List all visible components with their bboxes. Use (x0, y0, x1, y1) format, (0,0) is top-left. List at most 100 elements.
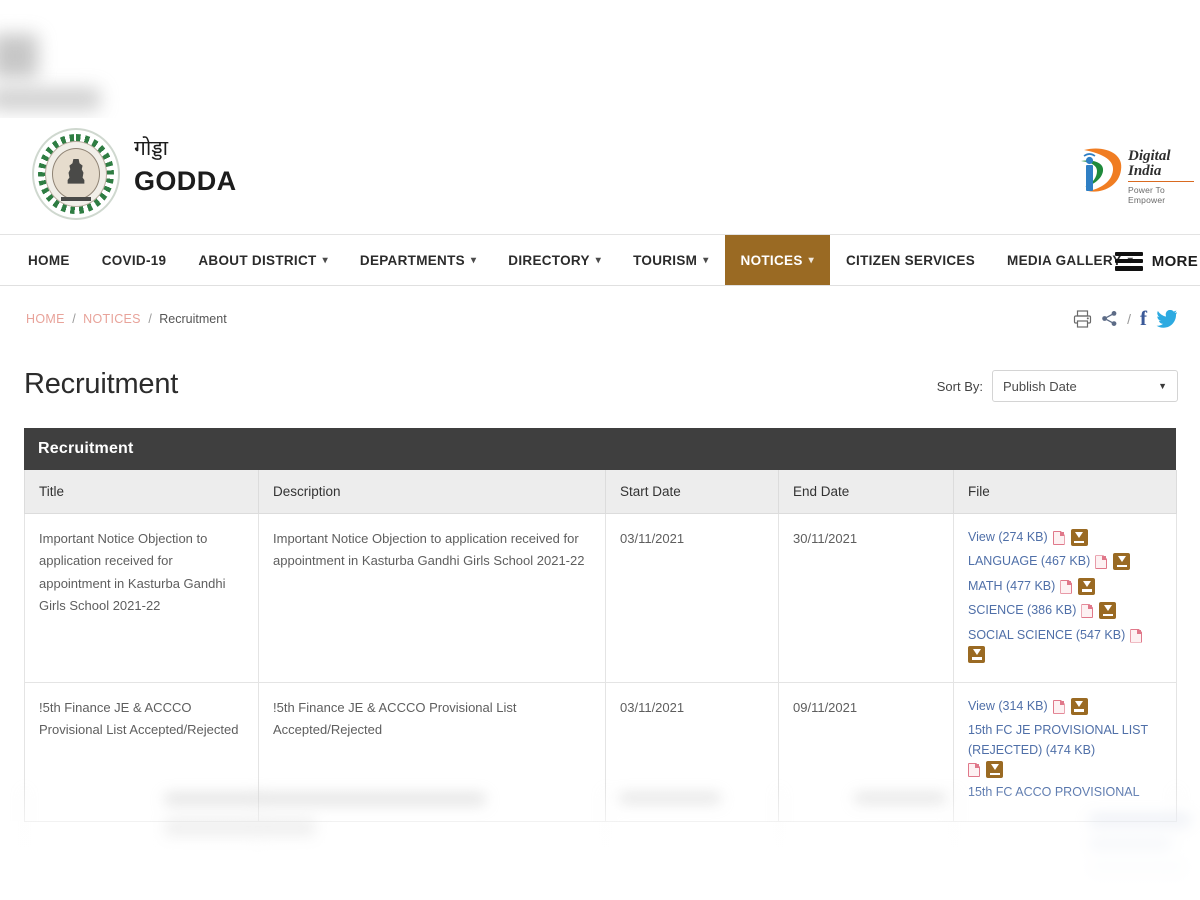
cell-file: View (274 KB) LANGUAGE (467 KB) MATH (47… (953, 513, 1177, 683)
ashoka-base-icon (61, 197, 91, 201)
emblem-icon (28, 126, 124, 222)
digital-india-subtitle: Power To Empower (1128, 185, 1166, 205)
download-icon[interactable] (1113, 553, 1131, 571)
nav-item-directory[interactable]: DIRECTORY ▾ (492, 235, 617, 285)
breadcrumb-link-home[interactable]: HOME (26, 312, 65, 326)
nav-item-citizen-services[interactable]: CITIZEN SERVICES (830, 235, 991, 285)
file-entry: View (314 KB) (968, 697, 1162, 716)
recruitment-table: Title Description Start Date End Date Fi… (24, 470, 1177, 823)
nav-item-about-district[interactable]: ABOUT DISTRICT ▾ (182, 235, 344, 285)
pdf-icon (1095, 555, 1107, 569)
sort-by-value: Publish Date (1003, 378, 1077, 394)
nav-item-notices[interactable]: NOTICES ▾ (724, 235, 830, 285)
page-root: गोड्डा GODDA Digital India Power To Empo… (0, 0, 1200, 900)
digital-india-text: Digital India Power To Empower (1128, 149, 1194, 205)
file-entry: MATH (477 KB) (968, 577, 1162, 596)
nav-item-home[interactable]: HOME (0, 235, 86, 285)
facebook-icon[interactable]: f (1140, 308, 1147, 329)
site-header: गोड्डा GODDA Digital India Power To Empo… (0, 118, 1200, 230)
digital-india-logo[interactable]: Digital India Power To Empower (1072, 140, 1194, 205)
nav-label: TOURISM (633, 252, 698, 268)
column-header-start-date[interactable]: Start Date (605, 470, 779, 514)
pdf-icon (1053, 531, 1065, 545)
breadcrumb: HOME / NOTICES / Recruitment (26, 312, 227, 326)
file-entry: SOCIAL SCIENCE (547 KB) (968, 626, 1162, 663)
breadcrumb-link-notices[interactable]: NOTICES (83, 312, 141, 326)
sort-control: Sort By: Publish Date ▼ (937, 370, 1178, 402)
file-view-link[interactable]: View (314 KB) (968, 697, 1048, 716)
cell-title: Important Notice Objection to applicatio… (24, 513, 259, 683)
breadcrumb-current: Recruitment (159, 312, 227, 326)
hamburger-menu-icon (1114, 251, 1143, 271)
twitter-icon[interactable] (1156, 309, 1178, 328)
nav-label: DIRECTORY (508, 252, 590, 268)
digital-india-swoosh-icon (1081, 148, 1122, 192)
nav-more-label: MORE (1151, 252, 1198, 270)
print-icon[interactable] (1073, 309, 1092, 328)
download-icon[interactable] (1099, 602, 1117, 620)
nav-label: HOME (28, 252, 70, 268)
pdf-icon (1081, 604, 1093, 618)
district-name-hindi: गोड्डा (134, 136, 169, 160)
column-header-file[interactable]: File (953, 470, 1177, 514)
download-icon[interactable] (1070, 697, 1088, 715)
share-toolbar: / f (1073, 308, 1178, 329)
pdf-icon (1130, 629, 1142, 643)
pdf-icon (968, 763, 980, 777)
breadcrumb-separator: / (148, 312, 152, 326)
recruitment-table-wrapper: Recruitment Title Description Start Date… (24, 428, 1177, 823)
sort-by-select[interactable]: Publish Date ▼ (992, 370, 1178, 402)
column-header-end-date[interactable]: End Date (778, 470, 954, 514)
chevron-down-icon: ▾ (703, 254, 709, 266)
file-entry: LANGUAGE (467 KB) (968, 552, 1162, 571)
column-header-title[interactable]: Title (24, 470, 259, 514)
share-separator: / (1127, 310, 1131, 327)
nav-label: ABOUT DISTRICT (198, 252, 317, 268)
table-header-row: Title Description Start Date End Date Fi… (24, 470, 1177, 514)
nav-label: DEPARTMENTS (359, 252, 465, 268)
download-icon[interactable] (1078, 577, 1096, 595)
download-icon[interactable] (1070, 529, 1088, 546)
nav-label: MEDIA GALLERY (1007, 252, 1122, 268)
file-entry: 15th FC JE PROVISIONAL LIST (REJECTED) (… (968, 721, 1162, 778)
download-icon[interactable] (968, 645, 985, 663)
page-title: Recruitment (24, 368, 179, 400)
file-view-link[interactable]: SOCIAL SCIENCE (547 KB) (968, 626, 1125, 645)
nav-label: COVID-19 (101, 252, 167, 268)
district-name-english: GODDA (134, 166, 237, 197)
nav-item-covid-19[interactable]: COVID-19 (86, 235, 183, 285)
nav-item-departments[interactable]: DEPARTMENTS ▾ (344, 235, 492, 285)
breadcrumb-separator: / (72, 312, 76, 326)
file-entry: View (274 KB) (968, 528, 1162, 547)
pdf-icon (1053, 700, 1065, 714)
district-name-block: गोड्डा GODDA (134, 136, 237, 197)
main-navigation: HOME COVID-19 ABOUT DISTRICT ▾ DEPARTMEN… (0, 234, 1200, 286)
pdf-icon (1060, 580, 1072, 594)
digital-india-title: Digital India (1128, 149, 1194, 182)
file-view-link[interactable]: MATH (477 KB) (968, 577, 1055, 596)
blurred-table-continuation (0, 788, 1200, 900)
chevron-down-icon: ▾ (595, 254, 602, 266)
state-emblem-logo[interactable] (28, 126, 124, 222)
cell-description: Important Notice Objection to applicatio… (258, 513, 606, 683)
file-view-link[interactable]: View (274 KB) (968, 528, 1048, 547)
chevron-down-icon: ▾ (470, 254, 477, 266)
nav-item-tourism[interactable]: TOURISM ▾ (617, 235, 724, 285)
table-caption: Recruitment (24, 428, 1176, 470)
cell-end-date: 30/11/2021 (778, 513, 954, 683)
sort-by-label: Sort By: (936, 378, 983, 394)
blurred-artifact-top (0, 34, 38, 78)
cell-start-date: 03/11/2021 (605, 513, 779, 683)
nav-more-button[interactable]: MORE (1114, 235, 1200, 287)
file-view-link[interactable]: LANGUAGE (467 KB) (968, 552, 1090, 571)
nav-label: CITIZEN SERVICES (845, 252, 976, 268)
column-header-description[interactable]: Description (258, 470, 606, 514)
chevron-down-icon: ▾ (322, 254, 328, 266)
file-view-link[interactable]: SCIENCE (386 KB) (968, 601, 1076, 620)
table-row: Important Notice Objection to applicatio… (24, 513, 1177, 683)
blurred-artifact-bar (0, 88, 100, 110)
share-icon[interactable] (1101, 310, 1118, 327)
chevron-down-icon: ▾ (808, 254, 814, 266)
download-icon[interactable] (986, 761, 1003, 778)
file-view-link[interactable]: 15th FC JE PROVISIONAL LIST (REJECTED) (… (968, 721, 1157, 760)
